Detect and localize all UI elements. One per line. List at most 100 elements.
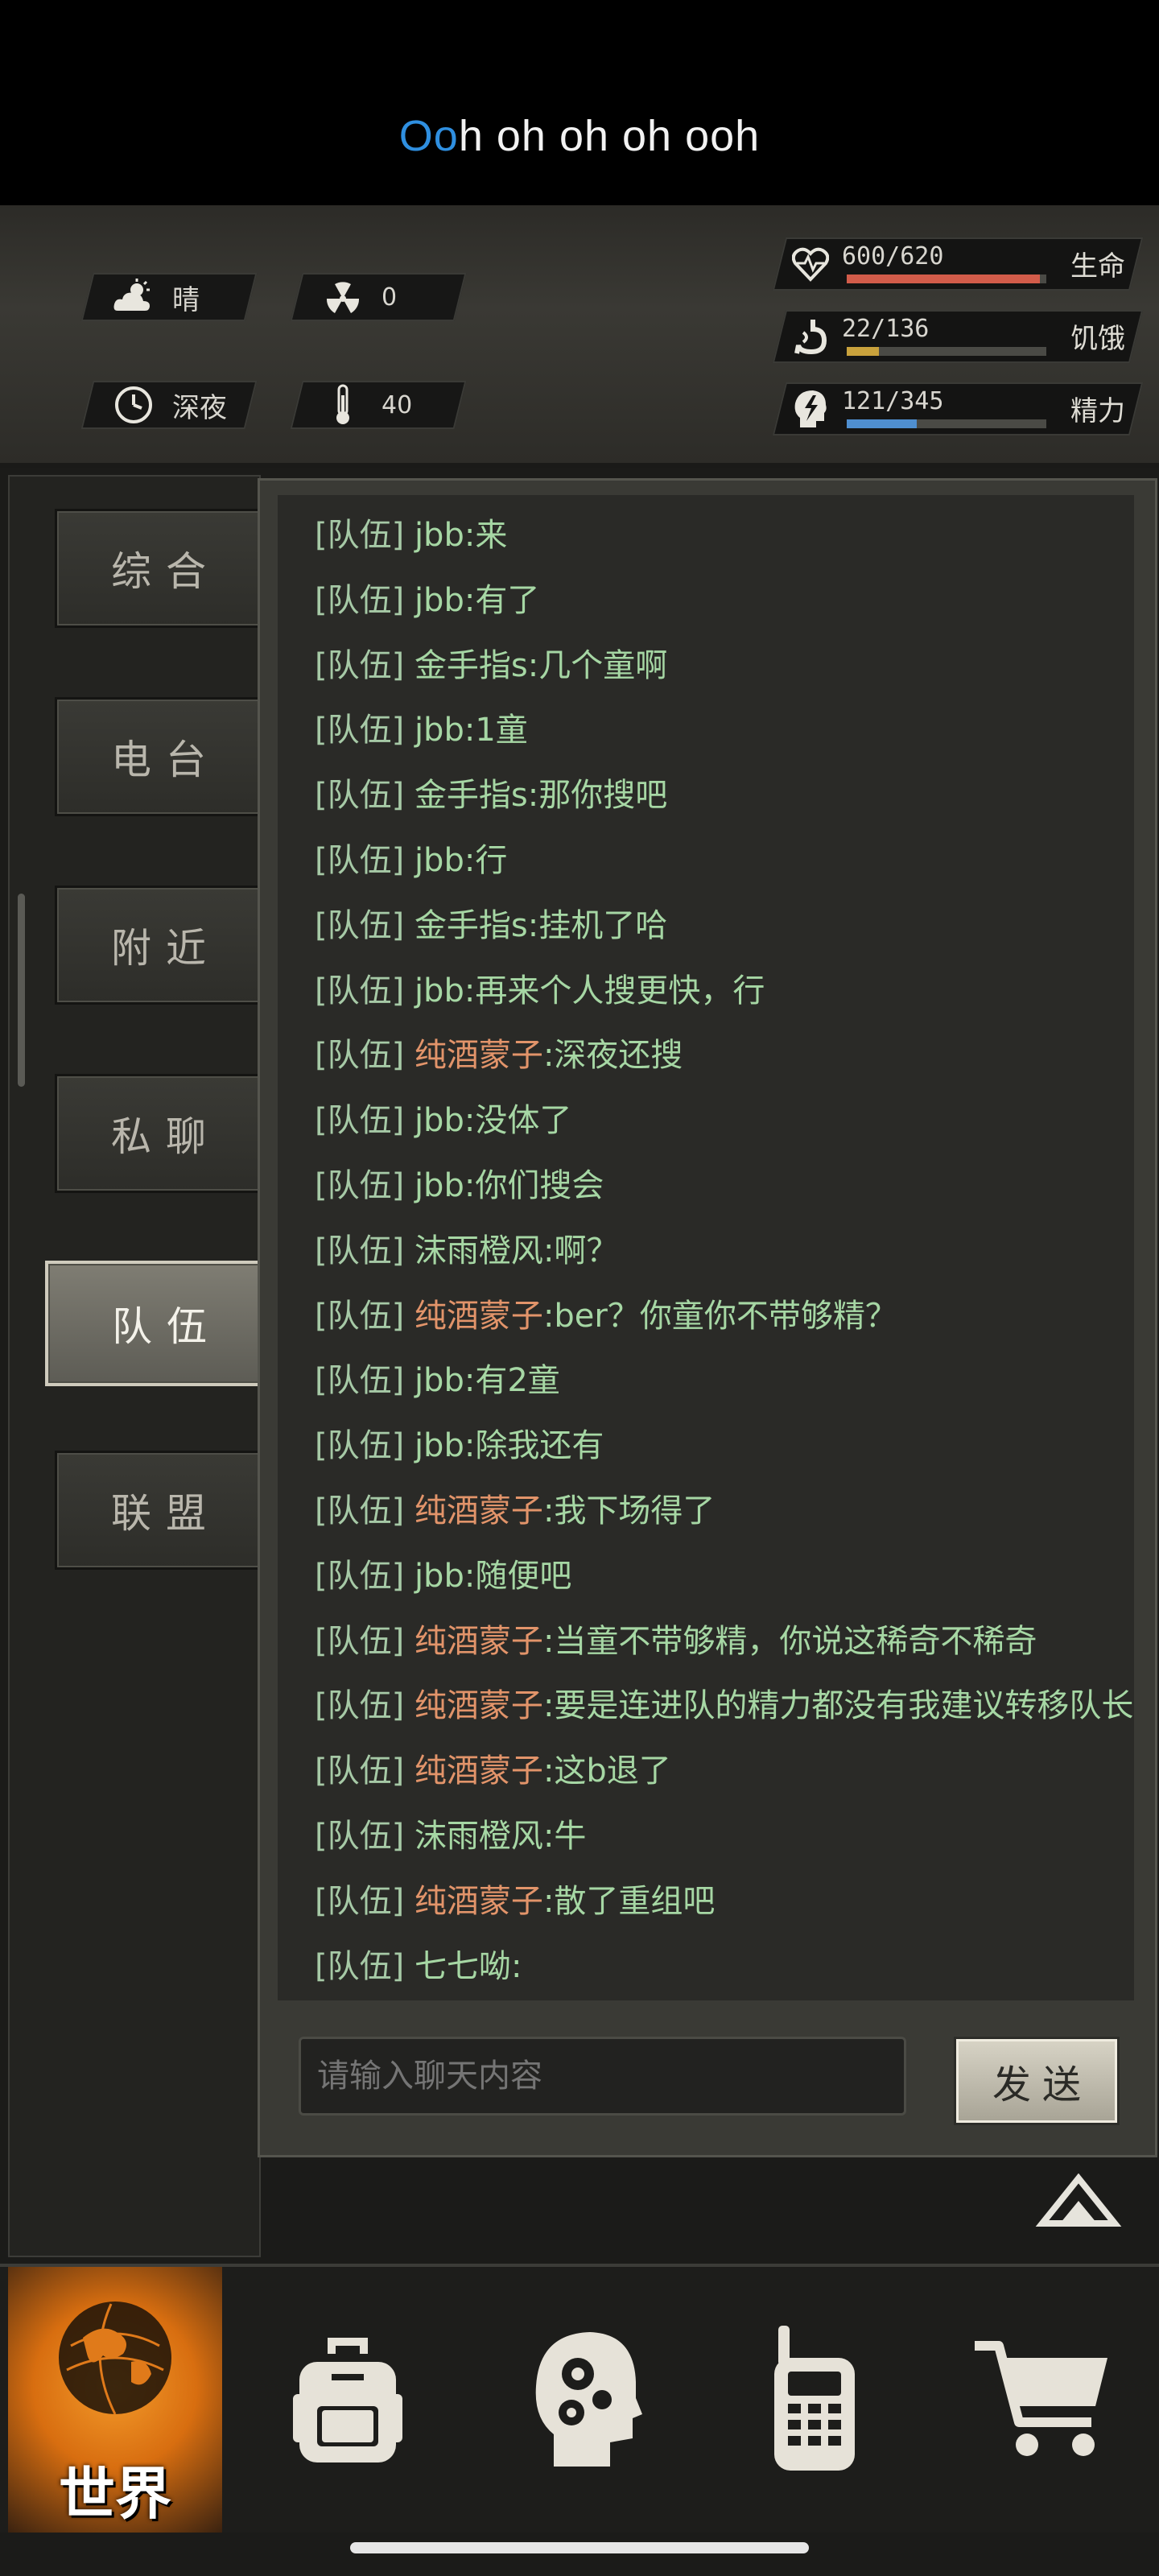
chat-message: [队伍] jbb:你们搜会 xyxy=(315,1166,604,1206)
chat-message-text: :散了重组吧 xyxy=(542,1882,716,1920)
chat-sender[interactable]: jbb xyxy=(415,1362,464,1399)
chat-channel-tag: [队伍] xyxy=(315,1492,405,1530)
time-box: 深夜 xyxy=(80,381,258,429)
chat-sender[interactable]: 纯酒蒙子 xyxy=(415,1883,543,1920)
chat-panel: [队伍] jbb:来 [队伍] jbb:有了 [队伍] 金手指s:几个童啊 [队伍] … xyxy=(258,478,1157,2157)
chat-message-list[interactable]: [队伍] jbb:来 [队伍] jbb:有了 [队伍] 金手指s:几个童啊 [队伍] … xyxy=(278,495,1134,2000)
chat-message-text: :行 xyxy=(464,842,508,879)
lyric-banner: Ooh oh oh oh ooh xyxy=(0,0,1159,205)
collapse-chevron-icon[interactable] xyxy=(1034,2173,1123,2238)
tab-alliance[interactable]: 联盟 xyxy=(55,1451,262,1570)
home-indicator[interactable] xyxy=(350,2542,809,2553)
chat-channel-tag: [队伍] xyxy=(315,712,405,749)
chat-channel-tag: [队伍] xyxy=(315,1167,405,1204)
tab-radio[interactable]: 电台 xyxy=(55,697,262,816)
radiation-box: 0 xyxy=(290,273,467,321)
chat-message: [队伍] jbb:有2童 xyxy=(315,1360,560,1401)
chat-message: [队伍] 沫雨橙风:啊？ xyxy=(315,1231,618,1271)
weather-label: 晴 xyxy=(172,283,200,316)
chat-sender[interactable]: jbb xyxy=(415,842,464,879)
chat-sender[interactable]: 沫雨橙风 xyxy=(415,1232,543,1269)
chat-sender[interactable]: jbb xyxy=(415,1558,464,1595)
chat-message: [队伍] 金手指s:几个童啊 xyxy=(315,646,667,686)
chat-message-text: :ber？你童你不带够精？ xyxy=(542,1297,897,1335)
chat-sender[interactable]: 金手指s xyxy=(415,777,528,814)
chat-message-text: :要是连进队的精力都没有我建议转移队长 xyxy=(542,1687,1134,1725)
chat-message: [队伍] 纯酒蒙子:散了重组吧 xyxy=(315,1881,715,1922)
chat-channel-tag: [队伍] xyxy=(315,1882,405,1920)
chat-input[interactable] xyxy=(299,2037,906,2116)
chat-sender[interactable]: 纯酒蒙子 xyxy=(415,1752,543,1790)
hunger-fill xyxy=(847,347,880,356)
chat-message-text: :没体了 xyxy=(464,1102,572,1140)
radiation-value: 0 xyxy=(382,283,398,312)
status-panel: 晴 0 深夜 40 600/620 生命 22/136 饥饿 121/345 精… xyxy=(0,205,1159,636)
health-track xyxy=(847,275,1046,283)
tab-private[interactable]: 私聊 xyxy=(55,1074,262,1193)
chat-sender[interactable]: jbb xyxy=(415,582,464,619)
chat-message: [队伍] jbb:1童 xyxy=(315,710,528,750)
tab-team[interactable]: 队伍 xyxy=(45,1261,274,1386)
chat-message-text: :除我还有 xyxy=(464,1427,604,1465)
chat-channel-tag: [队伍] xyxy=(315,1557,405,1595)
chat-message-text: :有了 xyxy=(464,581,540,619)
chat-sender[interactable]: 沫雨橙风 xyxy=(415,1818,543,1855)
weather-box: 晴 xyxy=(80,273,258,321)
energy-track xyxy=(847,419,1046,428)
chat-message: [队伍] jbb:再来个人搜更快，行 xyxy=(315,971,765,1011)
chat-sender[interactable]: jbb xyxy=(415,1102,464,1139)
chat-sender[interactable]: 纯酒蒙子 xyxy=(415,1623,543,1660)
chat-sender[interactable]: jbb xyxy=(415,517,464,554)
chat-message-text: :挂机了哈 xyxy=(527,906,668,944)
nav-backpack[interactable] xyxy=(235,2267,460,2533)
chat-sender[interactable]: jbb xyxy=(415,972,464,1009)
chat-sender[interactable]: jbb xyxy=(415,712,464,749)
chat-message-text: :有2童 xyxy=(464,1362,560,1400)
chat-sender[interactable]: 纯酒蒙子 xyxy=(415,1687,543,1724)
chat-channel-tag: [队伍] xyxy=(315,777,405,815)
tab-scrollbar[interactable] xyxy=(18,894,25,1087)
health-bar: 600/620 生命 xyxy=(772,237,1144,291)
tab-general[interactable]: 综合 xyxy=(55,509,262,628)
nav-skills[interactable] xyxy=(473,2267,699,2533)
energy-fill xyxy=(847,419,918,428)
chat-sender[interactable]: jbb xyxy=(415,1167,464,1204)
chat-sender[interactable]: 七七呦 xyxy=(415,1948,511,1985)
chat-message: [队伍] 纯酒蒙子:这b退了 xyxy=(315,1751,671,1791)
chat-message: [队伍] jbb:除我还有 xyxy=(315,1426,604,1466)
chat-channel-tag: [队伍] xyxy=(315,1752,405,1790)
chat-channel-tag: [队伍] xyxy=(315,646,405,684)
energy-bar: 121/345 精力 xyxy=(772,382,1144,436)
chat-message-text: :再来个人搜更快，行 xyxy=(464,972,765,1009)
head-gears-icon xyxy=(530,2326,642,2474)
nav-shop[interactable] xyxy=(930,2267,1156,2533)
chat-channel-tag: [队伍] xyxy=(315,1232,405,1269)
chat-channel-tag: [队伍] xyxy=(315,1622,405,1660)
hunger-track xyxy=(847,347,1046,356)
chat-sender[interactable]: 纯酒蒙子 xyxy=(415,1492,543,1530)
lyric-text: Ooh oh oh oh ooh xyxy=(0,111,1159,161)
tab-nearby[interactable]: 附近 xyxy=(55,886,262,1005)
chat-message: [队伍] 纯酒蒙子:当童不带够精，你说这稀奇不稀奇 xyxy=(315,1621,1037,1662)
chat-channel-tag: [队伍] xyxy=(315,1818,405,1855)
nav-world[interactable]: 世界 xyxy=(8,2267,222,2533)
chat-sender[interactable]: jbb xyxy=(415,1427,464,1464)
chat-message: [队伍] 沫雨橙风:牛 xyxy=(315,1816,586,1856)
chat-channel-tag: [队伍] xyxy=(315,1947,405,1985)
chat-sender[interactable]: 金手指s xyxy=(415,907,528,944)
health-value: 600/620 xyxy=(842,242,944,270)
chat-sender[interactable]: 纯酒蒙子 xyxy=(415,1037,543,1074)
energy-value: 121/345 xyxy=(842,387,944,415)
chat-message-text: :来 xyxy=(464,517,508,554)
time-label: 深夜 xyxy=(172,391,227,424)
send-button[interactable]: 发送 xyxy=(954,2037,1120,2125)
chat-message-text: :深夜还搜 xyxy=(542,1037,683,1075)
chat-message-text: :那你搜吧 xyxy=(527,777,668,815)
nav-radio[interactable] xyxy=(702,2267,927,2533)
chat-message: [队伍] 纯酒蒙子:ber？你童你不带够精？ xyxy=(315,1296,897,1336)
chat-message: [队伍] jbb:随便吧 xyxy=(315,1556,571,1596)
chat-sender[interactable]: 纯酒蒙子 xyxy=(415,1298,543,1335)
chat-sender[interactable]: 金手指s xyxy=(415,647,528,684)
nav-world-label: 世界 xyxy=(59,2461,171,2527)
chat-message: [队伍] 金手指s:那你搜吧 xyxy=(315,775,667,815)
